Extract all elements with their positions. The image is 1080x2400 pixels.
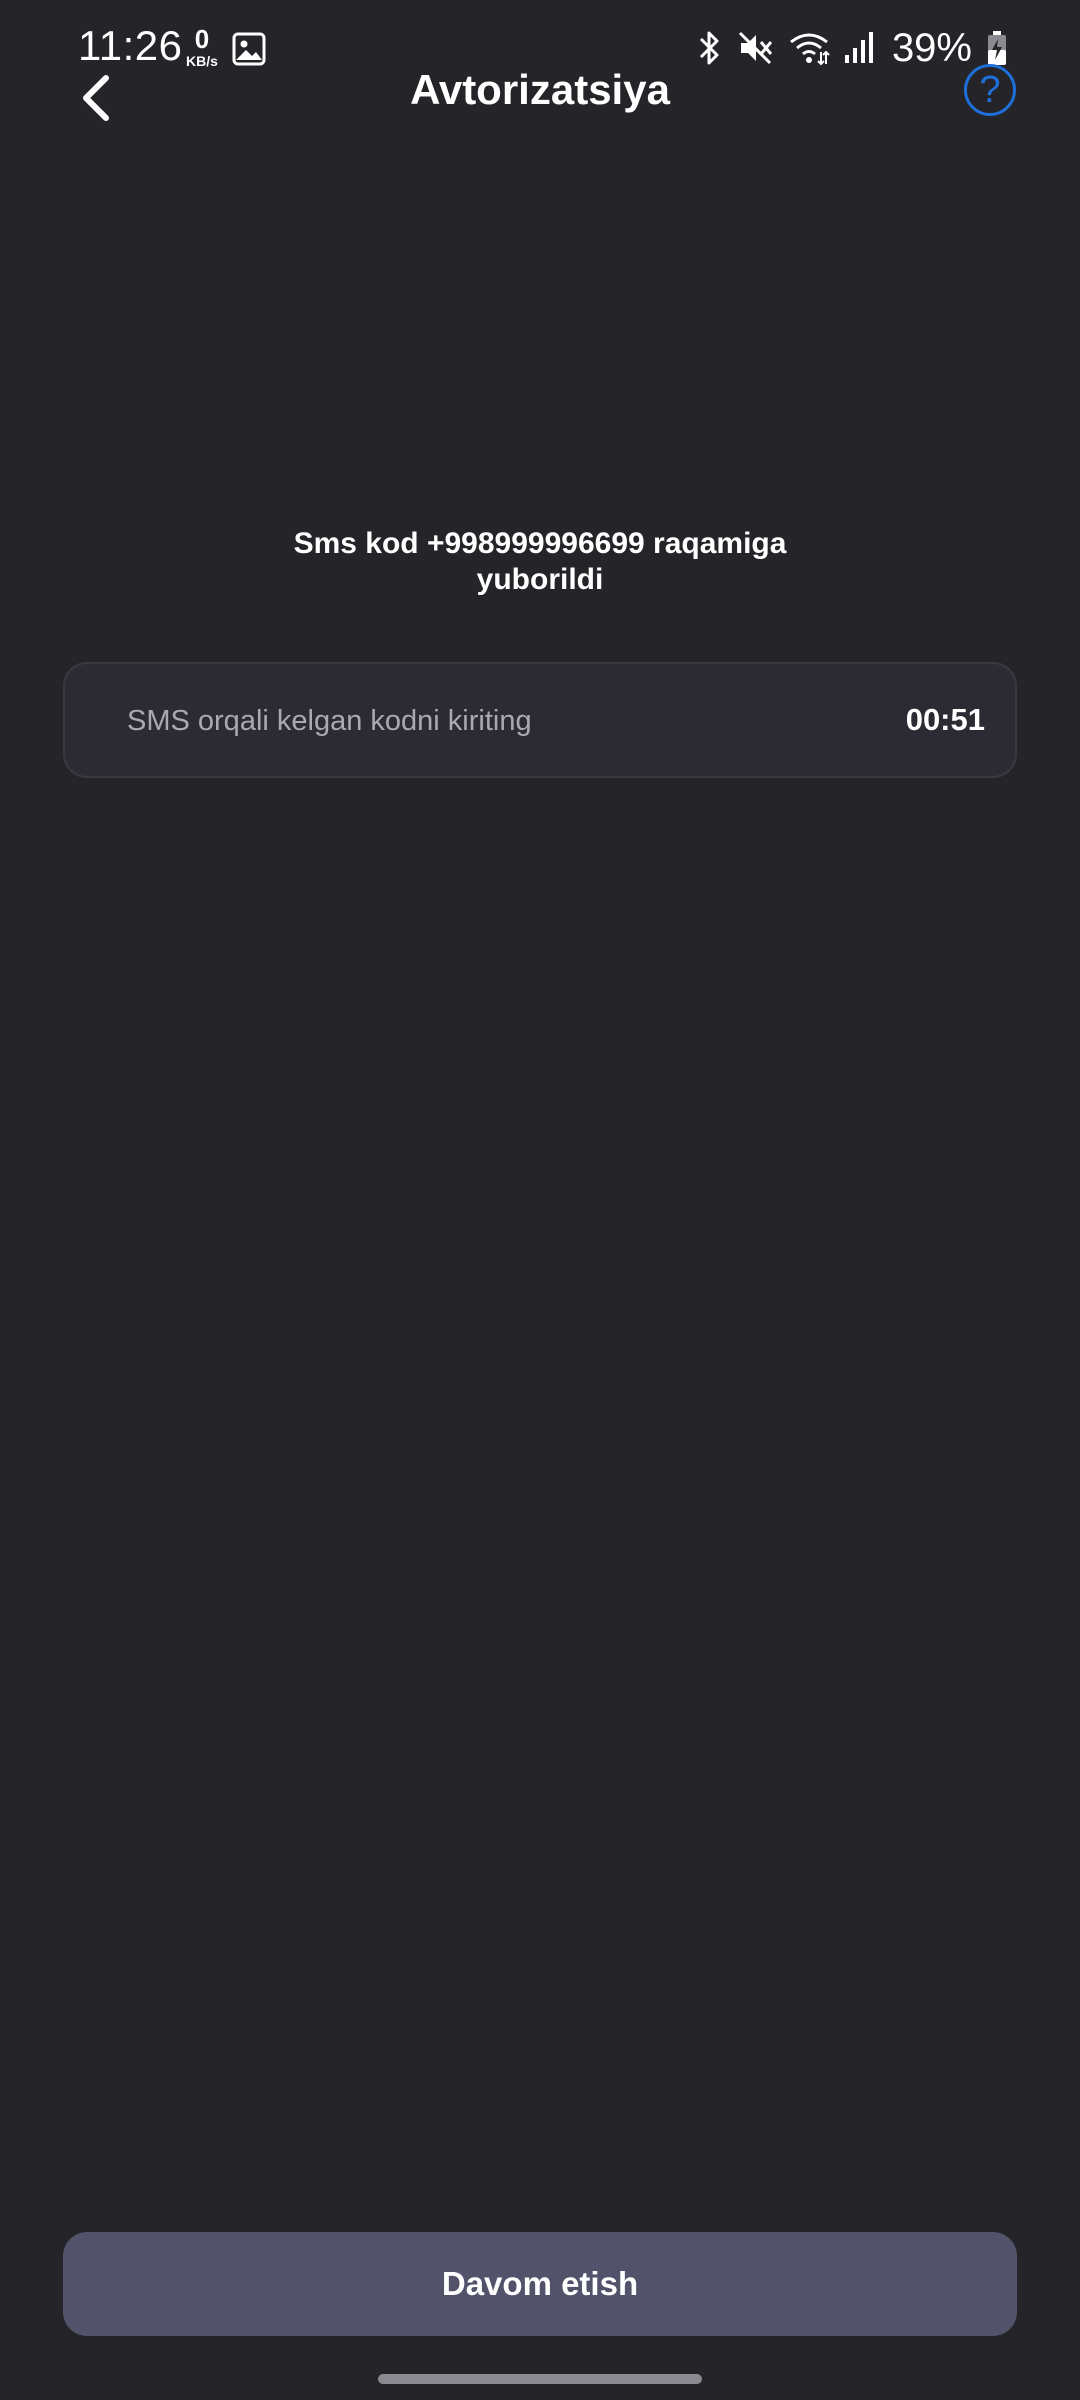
help-button[interactable]: ? <box>964 64 1016 116</box>
sms-code-field[interactable]: 00:51 <box>63 662 1017 778</box>
sms-message-line-1: Sms kod +998999996699 raqamiga <box>293 527 787 560</box>
sms-message-line-2: yuborildi <box>476 563 604 596</box>
countdown-timer: 00:51 <box>905 702 985 737</box>
sms-sent-message: Sms kod +998999996699 raqamiga yuborildi <box>0 526 1080 598</box>
help-icon: ? <box>979 69 1001 111</box>
app-bar: Avtorizatsiya ? <box>0 60 1080 136</box>
network-speed-value: 0 <box>194 24 210 54</box>
page-title: Avtorizatsiya <box>410 66 670 113</box>
sms-code-input[interactable] <box>125 664 889 778</box>
continue-button[interactable]: Davom etish <box>63 2232 1017 2336</box>
home-indicator[interactable] <box>378 2374 702 2384</box>
